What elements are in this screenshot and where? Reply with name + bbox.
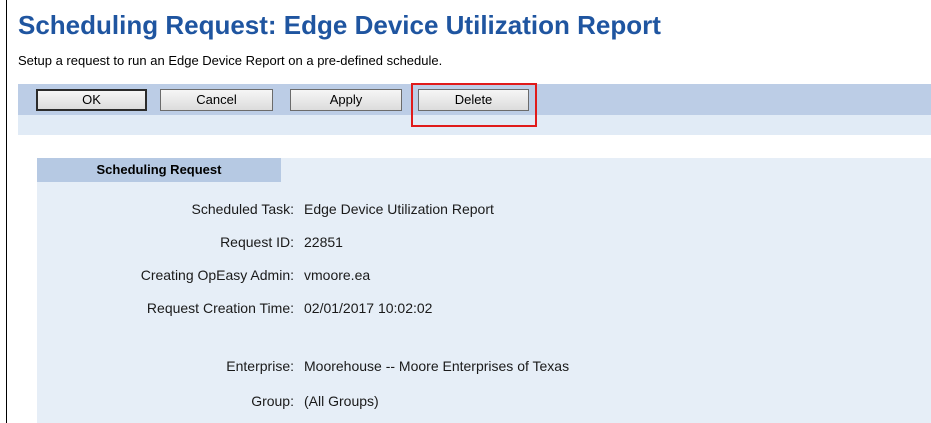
ok-button[interactable]: OK (36, 89, 147, 111)
field-value: 02/01/2017 10:02:02 (304, 300, 433, 316)
field-row-creating-admin: Creating OpEasy Admin: vmoore.ea (37, 263, 917, 287)
field-value: (All Groups) (304, 393, 379, 409)
field-label: Enterprise: (226, 358, 294, 374)
field-row-enterprise: Enterprise: Moorehouse -- Moore Enterpri… (37, 354, 917, 378)
field-row-group: Group: (All Groups) (37, 389, 917, 413)
field-value: Edge Device Utilization Report (304, 201, 494, 217)
field-label: Creating OpEasy Admin: (140, 267, 294, 283)
section-header: Scheduling Request (37, 158, 281, 182)
delete-highlight-box (411, 83, 537, 127)
field-value: 22851 (304, 234, 343, 250)
page-title: Scheduling Request: Edge Device Utilizat… (18, 10, 661, 40)
field-label: Request Creation Time: (146, 300, 294, 316)
field-label: Request ID: (220, 234, 294, 250)
left-frame-border (6, 0, 7, 423)
cancel-button[interactable]: Cancel (160, 89, 273, 111)
field-row-scheduled-task: Scheduled Task: Edge Device Utilization … (37, 197, 917, 221)
field-label: Group: (251, 393, 294, 409)
field-row-request-id: Request ID: 22851 (37, 230, 917, 254)
field-value: Moorehouse -- Moore Enterprises of Texas (304, 358, 570, 374)
apply-button[interactable]: Apply (290, 89, 402, 111)
field-row-creation-time: Request Creation Time: 02/01/2017 10:02:… (37, 296, 917, 320)
field-label: Scheduled Task: (191, 201, 294, 217)
page-subtitle: Setup a request to run an Edge Device Re… (18, 53, 443, 68)
field-value: vmoore.ea (304, 267, 371, 283)
